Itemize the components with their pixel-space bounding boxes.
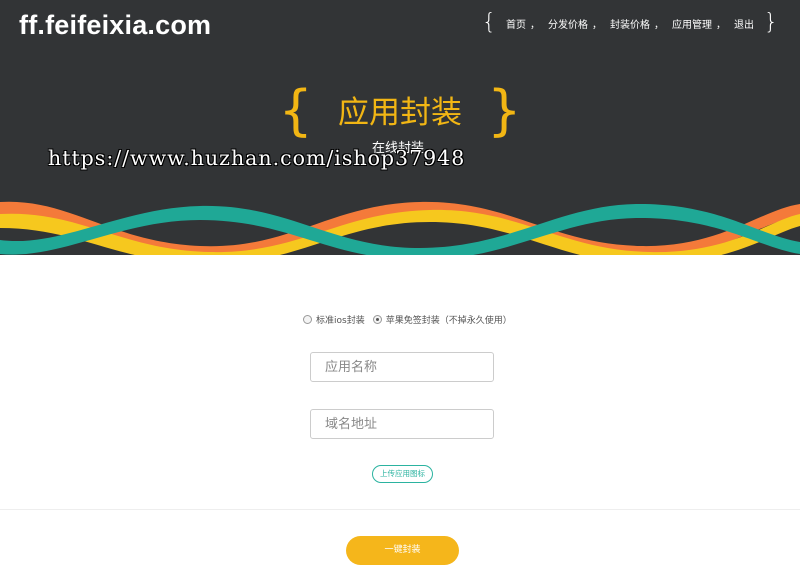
hero-title: { 应用封装 } [0,84,800,138]
hero-open-brace: { [278,79,313,142]
hero-close-brace: } [487,79,522,142]
nav-item-logout[interactable]: 退出 [734,16,754,31]
radio-standard-ios[interactable] [303,315,312,324]
domain-input[interactable] [310,409,494,439]
radio-free-sign-label[interactable]: 苹果免签封装（不掉永久使用） [386,313,512,326]
radio-free-sign[interactable] [372,315,382,324]
radio-standard-ios-label[interactable]: 标准ios封装 [316,313,365,326]
divider [0,509,800,510]
watermark-url: https://www.huzhan.com/ishop37948 [48,146,466,170]
nav-separator: ， [654,19,664,31]
nav-separator: ， [530,19,540,31]
hero-title-text: 应用封装 [338,94,462,131]
nav-close-brace: } [764,10,778,35]
site-logo[interactable]: ff.feifeixia.com [19,10,211,41]
nav-open-brace: { [482,10,496,35]
package-type-options: 标准ios封装 苹果免签封装（不掉永久使用） [303,313,520,326]
nav-item-package-price[interactable]: 封装价格 [610,16,650,31]
one-click-package-button[interactable]: 一键封装 [346,536,459,565]
nav-separator: ， [716,19,726,31]
header-banner: ff.feifeixia.com { 首页 ， 分发价格 ， 封装价格 ， 应用管理 ，… [0,0,800,255]
app-name-input[interactable] [310,352,494,382]
nav-item-home[interactable]: 首页 [506,16,526,31]
nav-separator: ， [592,19,602,31]
decorative-wave [0,201,800,255]
top-nav: { 首页 ， 分发价格 ， 封装价格 ， 应用管理 ， 退出 } [476,12,784,34]
nav-item-distribution-price[interactable]: 分发价格 [548,16,588,31]
upload-icon-button[interactable]: 上传应用图标 [372,465,433,483]
nav-item-app-management[interactable]: 应用管理 [672,16,712,31]
